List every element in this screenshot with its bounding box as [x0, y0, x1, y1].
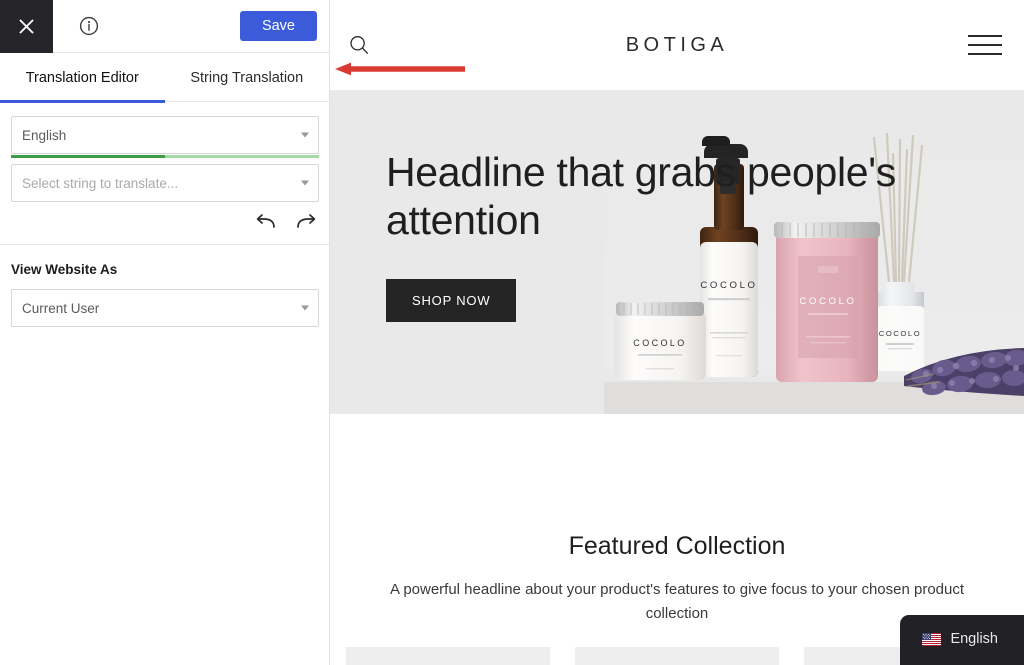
- language-switcher[interactable]: English: [900, 615, 1024, 665]
- red-pointer-arrow: [335, 62, 465, 76]
- svg-text:COCOLO: COCOLO: [633, 338, 686, 348]
- tab-translation-editor[interactable]: Translation Editor: [0, 53, 165, 103]
- hero-copy: Headline that grabs people's attention S…: [386, 148, 946, 322]
- website-preview: BOTIGA COCOLO COCOLO COCOLO COCOLO Headl…: [330, 0, 1024, 665]
- tab-string-translation[interactable]: String Translation: [165, 53, 330, 102]
- view-as-select-value: Current User: [22, 300, 100, 316]
- language-select-wrap: English: [11, 116, 319, 158]
- hero-banner: COCOLO COCOLO COCOLO COCOLO Headline tha…: [330, 90, 1024, 414]
- hero-headline: Headline that grabs people's attention: [386, 149, 897, 244]
- redo-arrow-icon: [297, 214, 316, 228]
- translation-editor-sidebar: Save Translation Editor String Translati…: [0, 0, 330, 665]
- hamburger-line: [968, 44, 1002, 46]
- us-flag-icon: [922, 632, 942, 646]
- string-select-placeholder: Select string to translate...: [22, 175, 179, 191]
- string-select[interactable]: Select string to translate...: [11, 164, 319, 202]
- history-controls: [11, 202, 319, 244]
- hamburger-line: [968, 35, 1002, 37]
- product-card[interactable]: [346, 646, 550, 665]
- editor-tabs: Translation Editor String Translation: [0, 53, 330, 103]
- shop-now-button[interactable]: SHOP NOW: [386, 278, 517, 322]
- view-as-select-wrap: Current User: [11, 289, 319, 327]
- chevron-down-icon: [301, 305, 309, 311]
- site-header: BOTIGA: [330, 0, 1024, 90]
- save-button[interactable]: Save: [239, 11, 317, 41]
- hamburger-line: [968, 53, 1002, 55]
- tab-translation-editor-label: Translation Editor: [25, 69, 139, 86]
- close-icon: [19, 19, 34, 34]
- view-website-as-label: View Website As: [11, 262, 118, 277]
- string-select-wrap: Select string to translate...: [11, 164, 319, 202]
- language-switcher-label: English: [950, 631, 998, 647]
- undo-button[interactable]: [255, 213, 277, 231]
- hamburger-menu-icon[interactable]: [968, 32, 1002, 58]
- product-card[interactable]: [575, 646, 779, 665]
- svg-text:COCOLO: COCOLO: [879, 329, 922, 338]
- info-circle-icon: [79, 16, 99, 36]
- info-button[interactable]: [67, 0, 111, 52]
- undo-arrow-icon: [256, 214, 275, 228]
- chevron-down-icon: [301, 132, 309, 138]
- search-icon: [350, 36, 369, 54]
- redo-button[interactable]: [295, 213, 317, 231]
- sidebar-topbar: Save: [0, 0, 329, 53]
- app-root: Save Translation Editor String Translati…: [0, 0, 1024, 665]
- site-brand-logo: BOTIGA: [625, 33, 729, 56]
- view-as-select[interactable]: Current User: [11, 289, 319, 327]
- language-select[interactable]: English: [11, 116, 319, 154]
- translation-progress-bar: [11, 155, 319, 158]
- close-button[interactable]: [0, 0, 53, 53]
- featured-collection-subtitle: A powerful headline about your product's…: [389, 581, 965, 623]
- language-select-value: English: [22, 127, 67, 143]
- search-button[interactable]: [348, 34, 388, 56]
- chevron-down-icon: [301, 180, 309, 186]
- featured-collection-title: Featured Collection: [568, 532, 786, 560]
- translation-progress-fill: [11, 155, 165, 158]
- translation-controls: English Select string to translate...: [0, 102, 329, 244]
- view-website-as-section: Current User: [0, 289, 329, 327]
- tab-string-translation-label: String Translation: [190, 69, 304, 86]
